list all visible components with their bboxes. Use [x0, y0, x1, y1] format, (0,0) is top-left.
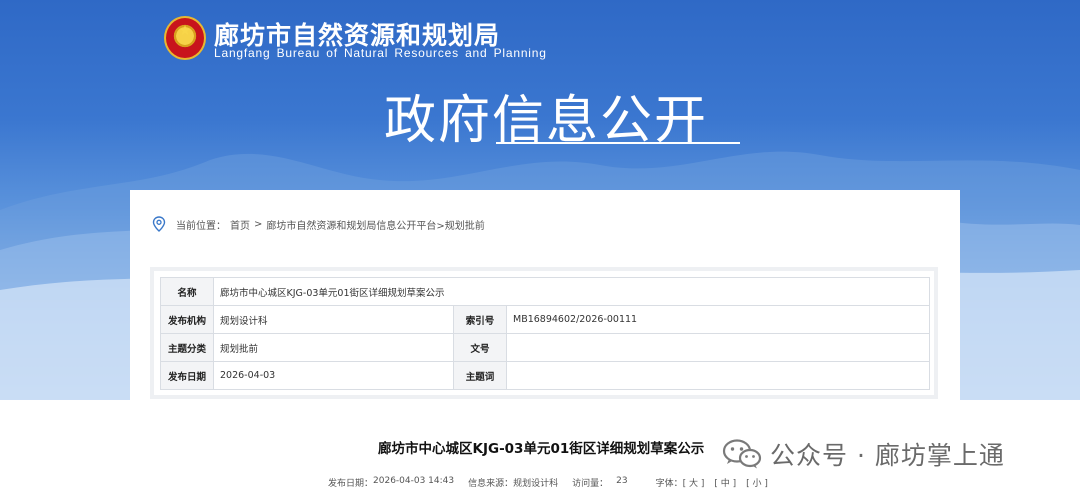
breadcrumb-path-link[interactable]: 廊坊市自然资源和规划局信息公开平台>规划批前 [266, 217, 484, 232]
name-value: 廊坊市中心城区KJG-03单元01街区详细规划草案公示 [213, 277, 930, 306]
wechat-watermark: 公众号 · 廊坊掌上通 [722, 436, 1005, 472]
breadcrumb-home-link[interactable]: 首页 [230, 217, 250, 232]
views-label: 访问量： [572, 479, 609, 489]
table-row: 发布日期 2026-04-03 主题词 [160, 361, 930, 390]
docno-label: 文号 [453, 333, 507, 362]
source-value: 规划设计科 [513, 479, 559, 489]
publish-time-label: 发布日期： [328, 479, 374, 489]
font-size-label: 字体： [655, 479, 683, 489]
breadcrumb: 当前位置： 首页 > 廊坊市自然资源和规划局信息公开平台>规划批前 [152, 216, 485, 232]
name-label: 名称 [160, 277, 214, 306]
article-info-bar: 发布日期： 2026-04-03 14:43 信息来源： 规划设计科 访问量： … [328, 476, 768, 489]
metadata-box: 名称 廊坊市中心城区KJG-03单元01街区详细规划草案公示 发布机构 规划设计… [150, 267, 938, 399]
index-value: MB16894602/2026-00111 [506, 305, 930, 334]
publish-time-value: 2026-04-03 14:43 [373, 476, 455, 486]
wechat-icon [722, 439, 762, 469]
table-row: 名称 廊坊市中心城区KJG-03单元01街区详细规划草案公示 [160, 277, 930, 306]
banner-underline [496, 142, 740, 144]
metadata-table: 名称 廊坊市中心城区KJG-03单元01街区详细规划草案公示 发布机构 规划设计… [160, 277, 930, 390]
org-name-en: Langfang Bureau of Natural Resources and… [214, 46, 547, 60]
font-medium-button[interactable]: [ 中 ] [714, 476, 736, 489]
publisher-value: 规划设计科 [213, 305, 454, 334]
keywords-label: 主题词 [453, 361, 507, 390]
date-value: 2026-04-03 [213, 361, 454, 390]
breadcrumb-prefix: 当前位置： [176, 220, 226, 232]
views-value: 23 [616, 476, 628, 486]
breadcrumb-separator: > [254, 218, 263, 230]
national-emblem-icon [164, 16, 206, 60]
docno-value [506, 333, 930, 362]
font-small-button[interactable]: [ 小 ] [746, 476, 768, 489]
source-label: 信息来源： [468, 479, 514, 489]
keywords-value [506, 361, 930, 390]
table-row: 主题分类 规划批前 文号 [160, 333, 930, 362]
publisher-label: 发布机构 [160, 305, 214, 334]
watermark-text: 公众号 · 廊坊掌上通 [770, 441, 1005, 470]
location-pin-icon [152, 216, 166, 232]
font-large-button[interactable]: [ 大 ] [683, 476, 705, 489]
article-title: 廊坊市中心城区KJG-03单元01街区详细规划草案公示 [378, 441, 705, 457]
index-label: 索引号 [453, 305, 507, 334]
date-label: 发布日期 [160, 361, 214, 390]
category-value: 规划批前 [213, 333, 454, 362]
table-row: 发布机构 规划设计科 索引号 MB16894602/2026-00111 [160, 305, 930, 334]
category-label: 主题分类 [160, 333, 214, 362]
